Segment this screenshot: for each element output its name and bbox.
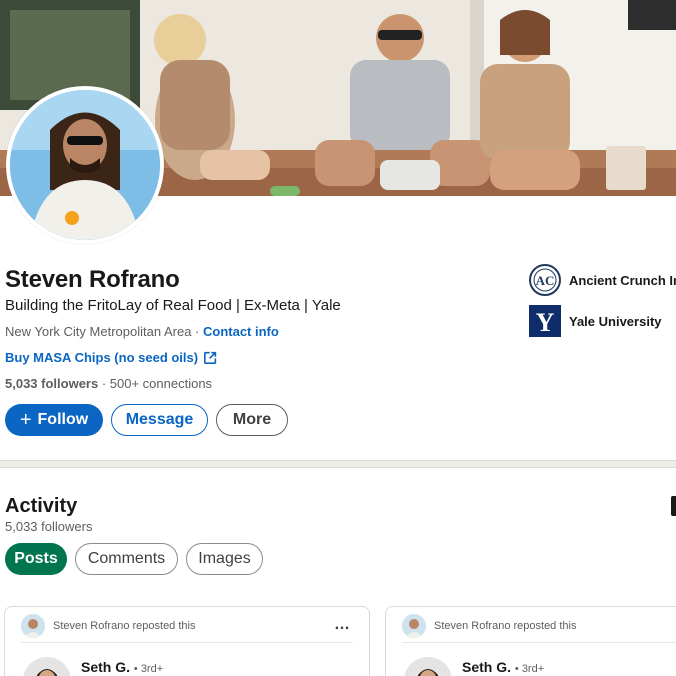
profile-headline: Building the FritoLay of Real Food | Ex-… (5, 297, 341, 314)
post-card[interactable]: Steven Rofrano reposted this Seth G. • 3… (385, 606, 676, 676)
org-name: Yale University (569, 313, 662, 329)
profile-avatar[interactable] (6, 86, 164, 244)
org-logo-text: AC (536, 273, 555, 288)
external-website-link[interactable]: Buy MASA Chips (no seed oils) (5, 350, 217, 365)
org-logo-text: Y (536, 308, 555, 337)
card-divider (21, 642, 353, 643)
external-link-label: Buy MASA Chips (no seed oils) (5, 350, 199, 365)
external-link-icon (204, 351, 217, 364)
repost-line: Steven Rofrano reposted this (21, 614, 195, 638)
card-divider (402, 642, 676, 643)
activity-title: Activity (5, 495, 78, 517)
activity-followers: 5,033 followers (5, 519, 93, 534)
author-avatar (404, 657, 452, 676)
plus-icon: + (19, 408, 32, 431)
location-line: New York City Metropolitan Area · Contac… (5, 324, 279, 339)
org-current-company[interactable]: AC Ancient Crunch Inc (529, 264, 676, 296)
profile-location: New York City Metropolitan Area (5, 324, 192, 339)
profile-page: Steven Rofrano Building the FritoLay of … (0, 0, 676, 676)
more-options-icon[interactable]: … (334, 616, 351, 634)
org-name: Ancient Crunch Inc (569, 272, 676, 288)
followers-count[interactable]: 5,033 followers (5, 376, 98, 391)
post-author[interactable]: Seth G. • 3rd+ (404, 657, 544, 676)
mini-avatar (402, 614, 426, 638)
profile-stats: 5,033 followers · 500+ connections (5, 376, 212, 391)
message-button[interactable]: Message (111, 404, 208, 436)
author-degree: • 3rd+ (514, 663, 545, 675)
edit-icon[interactable] (671, 496, 676, 516)
author-avatar (23, 657, 71, 676)
connections-count[interactable]: · 500+ connections (102, 376, 212, 391)
tab-comments[interactable]: Comments (75, 543, 178, 575)
author-name-line: Seth G. • 3rd+ (462, 659, 544, 675)
tab-posts[interactable]: Posts (5, 543, 67, 575)
tab-images[interactable]: Images (186, 543, 263, 575)
author-name[interactable]: Seth G. (462, 659, 511, 675)
ancient-crunch-logo-icon: AC (529, 264, 561, 296)
profile-name: Steven Rofrano (5, 266, 180, 293)
yale-logo-icon: Y (529, 305, 561, 337)
repost-text: Steven Rofrano reposted this (53, 620, 196, 632)
repost-line: Steven Rofrano reposted this (402, 614, 576, 638)
mini-avatar (21, 614, 45, 638)
post-card[interactable]: Steven Rofrano reposted this … Seth G. •… (4, 606, 370, 676)
author-degree: • 3rd+ (133, 663, 164, 675)
post-author[interactable]: Seth G. • 3rd+ (23, 657, 163, 676)
follow-button[interactable]: + Follow (5, 404, 103, 436)
author-name[interactable]: Seth G. (81, 659, 130, 675)
author-name-line: Seth G. • 3rd+ (81, 659, 163, 675)
section-divider (0, 460, 676, 468)
separator: · (191, 324, 203, 339)
org-education[interactable]: Y Yale University (529, 305, 662, 337)
avatar-photo (10, 90, 160, 240)
contact-info-link[interactable]: Contact info (203, 324, 279, 339)
more-button[interactable]: More (216, 404, 288, 436)
repost-text: Steven Rofrano reposted this (434, 620, 577, 632)
follow-label: Follow (37, 411, 89, 428)
